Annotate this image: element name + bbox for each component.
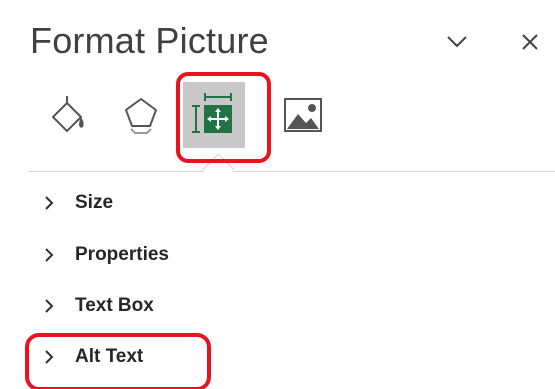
format-picture-pane: Format Picture Size Properties Text Box … xyxy=(0,0,555,389)
pane-title: Format Picture xyxy=(30,20,269,61)
chevron-right-icon xyxy=(44,194,58,212)
tab-fill-line[interactable] xyxy=(38,82,100,148)
tab-divider xyxy=(28,171,555,172)
section-text-box-label: Text Box xyxy=(75,295,154,316)
section-alt-text[interactable]: Alt Text xyxy=(44,340,143,374)
close-icon xyxy=(522,34,538,50)
chevron-right-icon xyxy=(44,297,58,315)
section-size[interactable]: Size xyxy=(44,186,113,220)
section-text-box[interactable]: Text Box xyxy=(44,289,154,323)
size-properties-icon xyxy=(192,93,232,133)
tab-effects[interactable] xyxy=(110,82,172,148)
fill-line-icon xyxy=(52,96,84,132)
section-properties[interactable]: Properties xyxy=(44,238,169,272)
section-alt-text-label: Alt Text xyxy=(75,346,144,367)
selected-tab-pointer xyxy=(202,153,235,186)
section-properties-label: Properties xyxy=(75,244,169,265)
tab-size-properties[interactable] xyxy=(183,82,245,148)
close-button[interactable] xyxy=(510,22,550,62)
chevron-right-icon xyxy=(44,348,58,366)
picture-icon xyxy=(284,98,322,132)
tab-picture[interactable] xyxy=(272,82,334,148)
section-size-label: Size xyxy=(75,192,114,213)
effects-icon xyxy=(125,98,157,134)
chevron-right-icon xyxy=(44,246,58,264)
task-pane-options-button[interactable] xyxy=(437,22,477,62)
chevron-down-icon xyxy=(447,36,467,48)
